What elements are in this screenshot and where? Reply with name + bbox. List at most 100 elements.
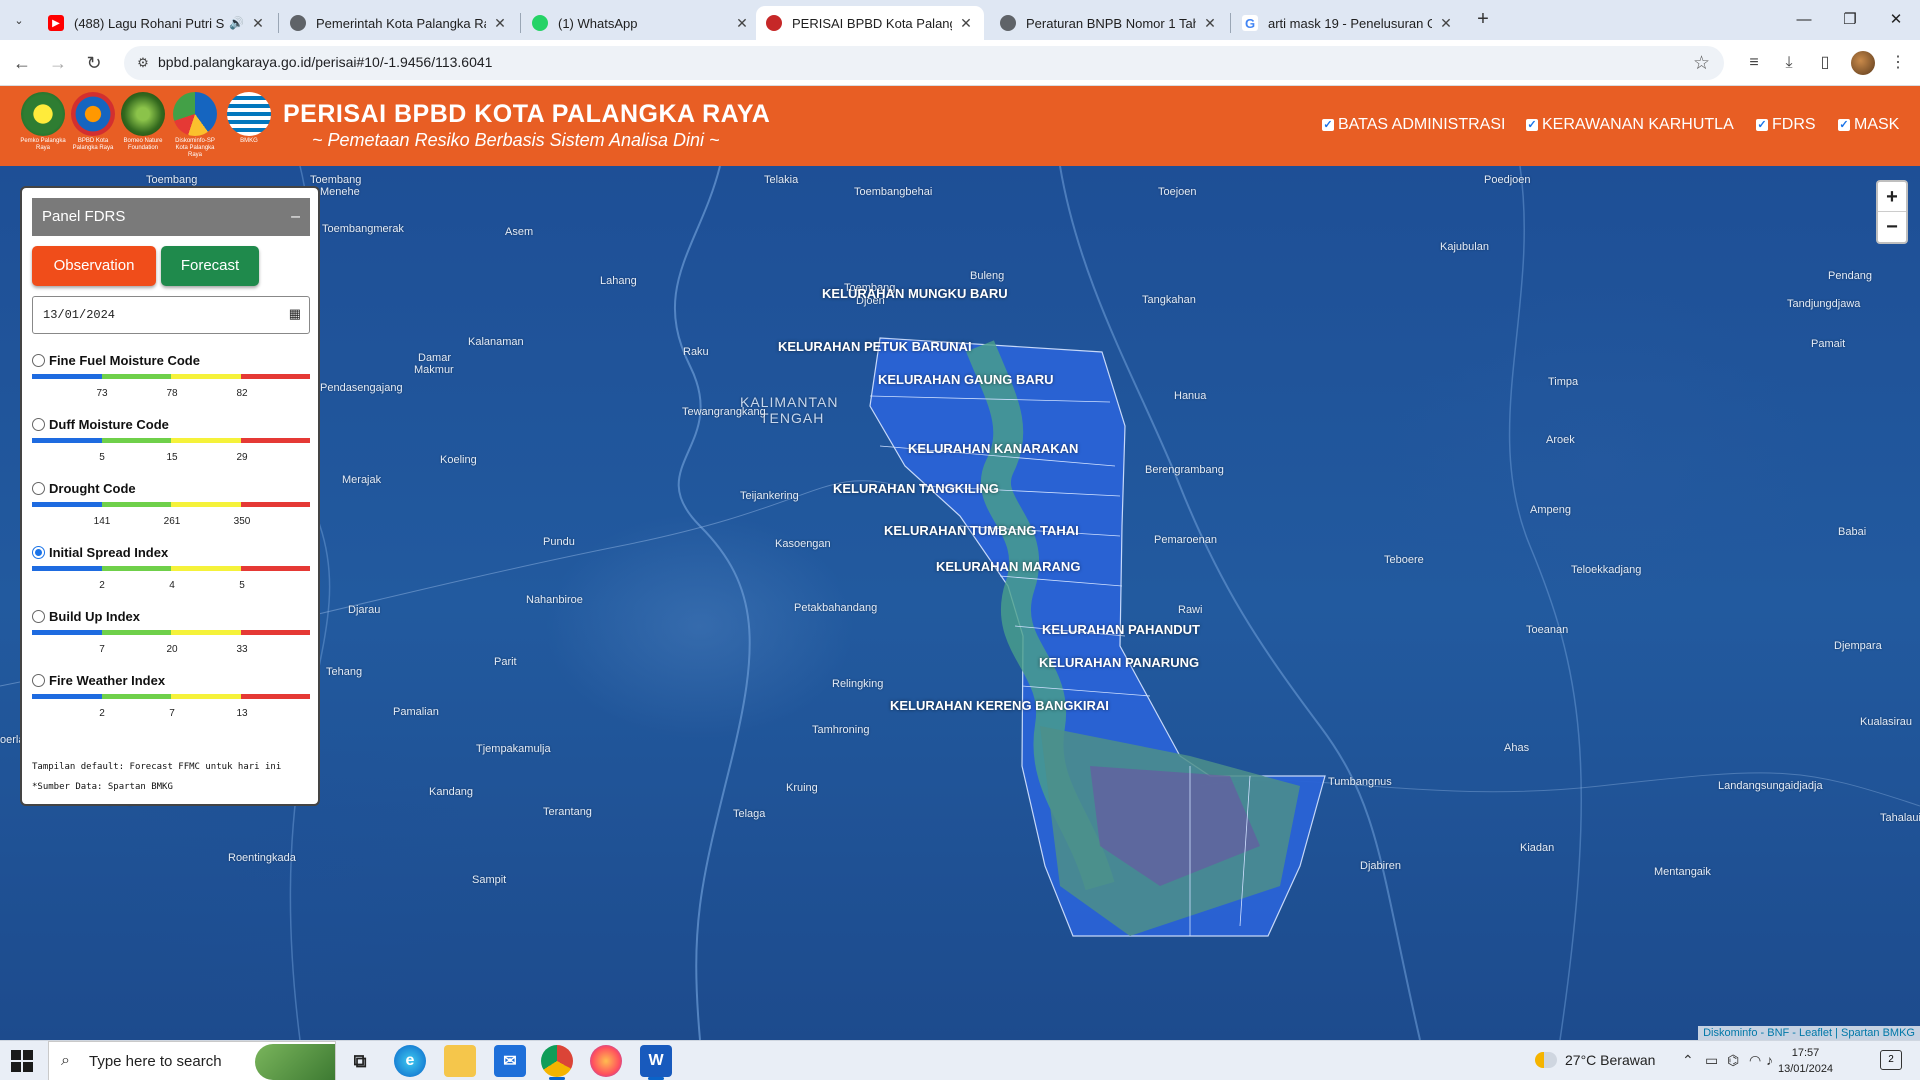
index-row[interactable]: Fire Weather Index 2 7 13 — [32, 672, 310, 728]
scale-segment — [101, 502, 171, 507]
kelurahan-label[interactable]: KELURAHAN KERENG BANGKIRAI — [890, 698, 1109, 713]
checkbox-checked-icon[interactable]: ✓ — [1756, 119, 1768, 131]
index-row[interactable]: Initial Spread Index 2 4 5 — [32, 544, 310, 600]
kelurahan-label[interactable]: KELURAHAN PETUK BARUNAI — [778, 339, 972, 354]
word-icon[interactable]: W — [640, 1045, 672, 1080]
index-name[interactable]: Initial Spread Index — [49, 545, 168, 560]
date-input[interactable]: 13/01/2024 ▦ — [32, 296, 310, 334]
checkbox-checked-icon[interactable]: ✓ — [1526, 119, 1538, 131]
notification-center-icon[interactable]: 2 — [1880, 1050, 1902, 1070]
more-menu-icon[interactable]: ⋮ — [1886, 51, 1910, 75]
index-row[interactable]: Build Up Index 7 20 33 — [32, 608, 310, 664]
close-tab-icon[interactable]: ✕ — [1438, 15, 1454, 32]
close-tab-icon[interactable]: ✕ — [250, 15, 266, 32]
partly-cloudy-icon — [1535, 1052, 1557, 1068]
system-clock[interactable]: 17:57 13/01/2024 — [1778, 1045, 1833, 1077]
scale-segment — [171, 630, 241, 635]
radio-unselected-icon[interactable] — [32, 418, 45, 431]
layer-toggle-batas-administrasi[interactable]: ✓ BATAS ADMINISTRASI — [1322, 116, 1505, 134]
calendar-icon[interactable]: ▦ — [289, 297, 301, 333]
wifi-icon[interactable]: ◠ — [1749, 1052, 1761, 1069]
close-tab-icon[interactable]: ✕ — [1202, 15, 1218, 32]
tab-pemerintah[interactable]: Pemerintah Kota Palangka Raya ✕ — [280, 6, 518, 40]
minimize-window-button[interactable]: — — [1784, 6, 1824, 34]
index-row[interactable]: Duff Moisture Code 5 15 29 — [32, 416, 310, 472]
close-window-button[interactable]: ✕ — [1876, 6, 1916, 34]
forecast-button[interactable]: Forecast — [161, 246, 259, 286]
show-hidden-icons-chevron-icon[interactable]: ⌃ — [1682, 1052, 1694, 1069]
tab-search-chevron-icon[interactable]: ⌄ — [8, 10, 30, 32]
kelurahan-label[interactable]: KELURAHAN PAHANDUT — [1042, 622, 1200, 637]
close-tab-icon[interactable]: ✕ — [734, 15, 750, 32]
layer-toggle-mask[interactable]: ✓ MASK — [1838, 116, 1899, 134]
place-label: Ampeng — [1530, 504, 1571, 516]
media-control-icon[interactable]: ≡ — [1742, 51, 1766, 75]
edge-icon[interactable]: e — [394, 1045, 426, 1077]
tab-peraturan-bnpb[interactable]: Peraturan BNPB Nomor 1 Tahun ✕ — [990, 6, 1228, 40]
radio-unselected-icon[interactable] — [32, 354, 45, 367]
restore-window-button[interactable]: ❐ — [1830, 6, 1870, 34]
network-icon[interactable]: ⌬ — [1727, 1052, 1739, 1069]
address-bar[interactable]: ⚙ bpbd.palangkaraya.go.id/perisai#10/-1.… — [124, 46, 1724, 80]
zoom-in-button[interactable]: + — [1878, 182, 1906, 212]
kelurahan-label[interactable]: KELURAHAN PANARUNG — [1039, 655, 1199, 670]
minimize-panel-button[interactable]: – — [291, 198, 300, 236]
place-label: Kruing — [786, 782, 818, 794]
kelurahan-label[interactable]: KELURAHAN KANARAKAN — [908, 441, 1078, 456]
radio-unselected-icon[interactable] — [32, 482, 45, 495]
kelurahan-label[interactable]: KELURAHAN MARANG — [936, 559, 1080, 574]
index-name[interactable]: Fine Fuel Moisture Code — [49, 353, 200, 368]
layer-toggle-fdrs[interactable]: ✓ FDRS — [1756, 116, 1816, 134]
mail-icon[interactable]: ✉ — [494, 1045, 526, 1077]
default-view-note: Tampilan default: Forecast FFMC untuk ha… — [32, 762, 282, 772]
kelurahan-label[interactable]: KELURAHAN TANGKILING — [833, 481, 999, 496]
site-info-icon[interactable]: ⚙ — [134, 54, 152, 72]
tab-youtube[interactable]: ▶ (488) Lagu Rohani Putri Siagian 🔊 ✕ — [38, 6, 276, 40]
radio-unselected-icon[interactable] — [32, 674, 45, 687]
index-name[interactable]: Build Up Index — [49, 609, 140, 624]
new-tab-button[interactable]: + — [1471, 8, 1495, 32]
index-name[interactable]: Drought Code — [49, 481, 136, 496]
audio-playing-icon[interactable]: 🔊 — [229, 16, 244, 30]
index-row[interactable]: Fine Fuel Moisture Code 73 78 82 — [32, 352, 310, 408]
reload-icon[interactable]: ↻ — [80, 49, 108, 77]
checkbox-checked-icon[interactable]: ✓ — [1838, 119, 1850, 131]
radio-selected-icon[interactable] — [32, 546, 45, 559]
index-name[interactable]: Duff Moisture Code — [49, 417, 169, 432]
task-view-icon[interactable]: ⧉ — [344, 1045, 376, 1077]
bookmark-star-icon[interactable]: ☆ — [1693, 52, 1710, 75]
url-text[interactable]: bpbd.palangkaraya.go.id/perisai#10/-1.94… — [158, 54, 492, 70]
map-attribution[interactable]: Diskominfo - BNF - Leaflet | Spartan BMK… — [1698, 1026, 1920, 1040]
meet-now-icon[interactable]: ▭ — [1705, 1052, 1718, 1069]
kelurahan-label[interactable]: KELURAHAN TUMBANG TAHAI — [884, 523, 1079, 538]
checkbox-checked-icon[interactable]: ✓ — [1322, 119, 1334, 131]
chrome-icon[interactable] — [541, 1045, 573, 1080]
kelurahan-label[interactable]: KELURAHAN GAUNG BARU — [878, 372, 1054, 387]
radio-unselected-icon[interactable] — [32, 610, 45, 623]
file-explorer-icon[interactable] — [444, 1045, 476, 1077]
layer-toggle-kerawanan-karhutla[interactable]: ✓ KERAWANAN KARHUTLA — [1526, 116, 1734, 134]
search-highlight-image — [255, 1044, 335, 1080]
weather-widget[interactable]: 27°C Berawan — [1535, 1052, 1655, 1068]
observation-button[interactable]: Observation — [32, 246, 156, 286]
back-arrow-icon[interactable]: ← — [8, 49, 36, 77]
forward-arrow-icon[interactable]: → — [44, 49, 72, 77]
zoom-out-button[interactable]: − — [1878, 212, 1906, 242]
tab-whatsapp[interactable]: (1) WhatsApp ✕ — [522, 6, 760, 40]
place-label: Telaga — [733, 808, 766, 820]
tab-google-search[interactable]: G arti mask 19 - Penelusuran Google ✕ — [1232, 6, 1464, 40]
index-name[interactable]: Fire Weather Index — [49, 673, 165, 688]
windows-start-icon[interactable] — [10, 1049, 34, 1073]
index-row[interactable]: Drought Code 141 261 350 — [32, 480, 310, 536]
side-panel-icon[interactable]: ▯ — [1813, 51, 1837, 75]
firefox-icon[interactable] — [590, 1045, 622, 1077]
profile-avatar[interactable] — [1851, 51, 1875, 75]
close-tab-icon[interactable]: ✕ — [958, 15, 974, 32]
logo-caption: BPBD Kota Palangka Raya — [72, 138, 114, 151]
close-tab-icon[interactable]: ✕ — [492, 15, 508, 32]
downloads-icon[interactable]: ⤓ — [1777, 51, 1801, 75]
taskbar-search-input[interactable]: ⌕ Type here to search — [48, 1041, 336, 1080]
kelurahan-label[interactable]: KELURAHAN MUNGKU BARU — [822, 286, 1008, 301]
tab-perisai-active[interactable]: PERISAI BPBD Kota Palangka Raya ✕ — [756, 6, 984, 40]
volume-icon[interactable]: ♪ — [1766, 1052, 1773, 1068]
